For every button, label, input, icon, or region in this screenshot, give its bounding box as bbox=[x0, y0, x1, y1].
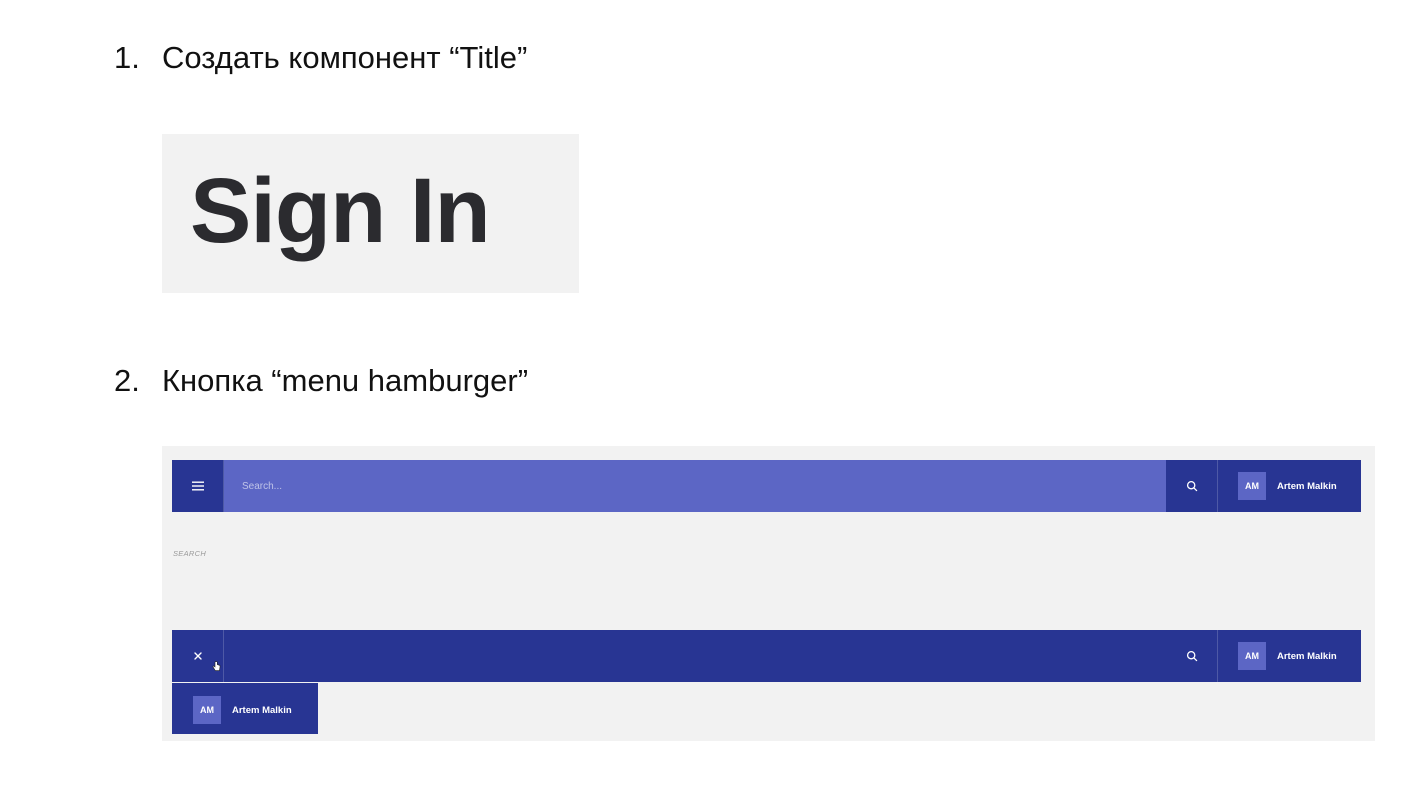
close-icon bbox=[193, 652, 202, 660]
search-section-label: SEARCH bbox=[173, 549, 207, 558]
menu-dropdown: AM Artem Malkin bbox=[172, 683, 318, 734]
hamburger-icon bbox=[191, 481, 204, 491]
hand-cursor-icon bbox=[212, 661, 221, 671]
search-icon bbox=[1186, 480, 1197, 492]
user-name: Artem Malkin bbox=[232, 704, 292, 716]
heading-number: 2. bbox=[114, 363, 140, 398]
user-profile[interactable]: AM Artem Malkin bbox=[1238, 470, 1337, 502]
user-name: Artem Malkin bbox=[1277, 480, 1337, 492]
close-menu-button[interactable] bbox=[172, 630, 224, 682]
user-profile[interactable]: AM Artem Malkin bbox=[1238, 640, 1337, 672]
user-name: Artem Malkin bbox=[1277, 650, 1337, 662]
dropdown-user-item[interactable]: AM Artem Malkin bbox=[193, 694, 292, 726]
navbar-open-state: AM Artem Malkin bbox=[172, 630, 1361, 682]
navbar-closed-state: AM Artem Malkin bbox=[172, 460, 1361, 512]
navbar-demo-panel: AM Artem Malkin SEARCH AM Artem Malkin bbox=[162, 446, 1375, 741]
search-bar bbox=[224, 460, 1195, 512]
search-input[interactable] bbox=[224, 460, 1104, 512]
search-button[interactable] bbox=[1166, 630, 1218, 682]
avatar: AM bbox=[1238, 642, 1266, 670]
avatar: AM bbox=[1238, 472, 1266, 500]
heading-text: Создать компонент “Title” bbox=[162, 40, 528, 75]
search-button[interactable] bbox=[1166, 460, 1218, 512]
sign-in-title: Sign In bbox=[190, 160, 491, 262]
title-component-demo: Sign In bbox=[162, 134, 579, 293]
hamburger-menu-button[interactable] bbox=[172, 460, 224, 512]
heading-menu-hamburger: 2. Кнопка “menu hamburger” bbox=[114, 361, 528, 401]
heading-text: Кнопка “menu hamburger” bbox=[162, 363, 529, 398]
heading-create-title-component: 1. Создать компонент “Title” bbox=[114, 38, 527, 78]
avatar: AM bbox=[193, 696, 221, 724]
search-icon bbox=[1186, 650, 1197, 662]
heading-number: 1. bbox=[114, 40, 140, 75]
